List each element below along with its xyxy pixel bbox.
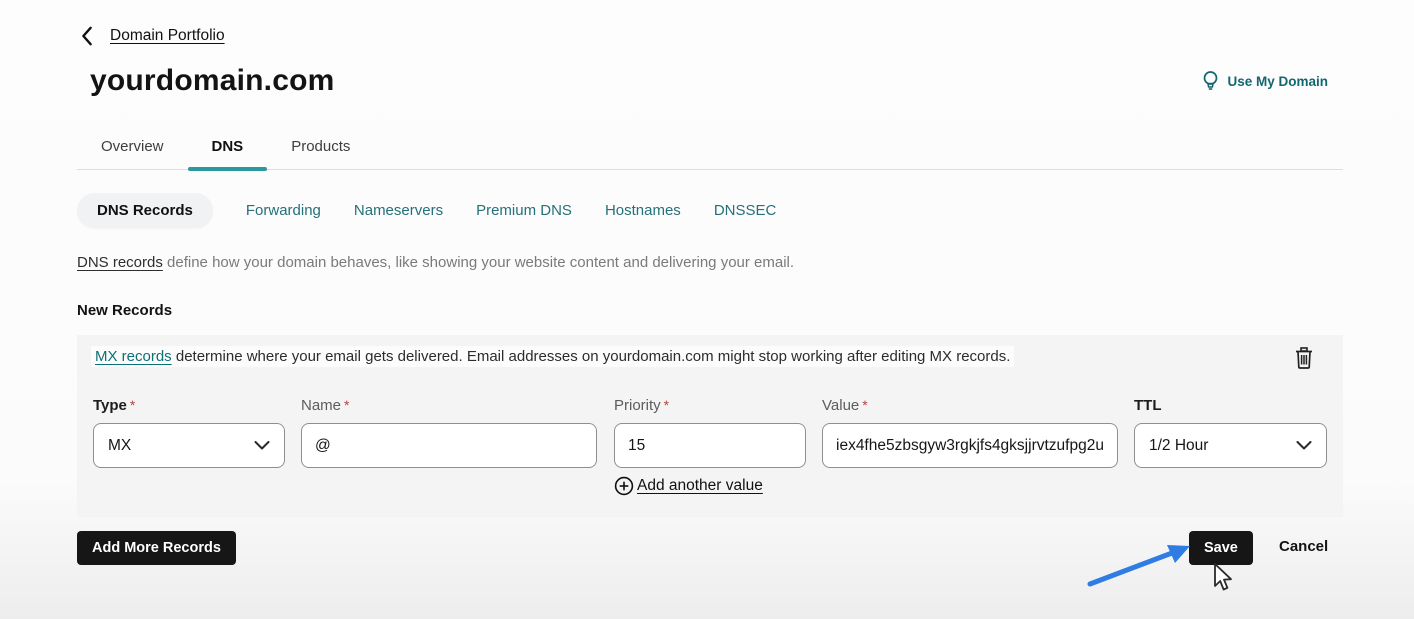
dns-intro-text: DNS records define how your domain behav… bbox=[77, 254, 794, 271]
dns-intro-rest: define how your domain behaves, like sho… bbox=[163, 254, 794, 271]
subtab-dns-records[interactable]: DNS Records bbox=[77, 193, 213, 228]
chevron-down-icon bbox=[1296, 441, 1312, 450]
cursor-pointer-icon bbox=[1209, 562, 1235, 596]
cancel-button[interactable]: Cancel bbox=[1279, 538, 1328, 555]
field-priority: Priority* bbox=[614, 397, 806, 468]
name-label: Name* bbox=[301, 397, 597, 414]
main-tabbar: Overview DNS Products bbox=[77, 128, 1343, 170]
dns-subtabs: DNS Records Forwarding Nameservers Premi… bbox=[77, 193, 776, 228]
domain-portfolio-link[interactable]: Domain Portfolio bbox=[110, 27, 225, 45]
field-ttl: TTL 1/2 Hour bbox=[1134, 397, 1327, 468]
tab-overview[interactable]: Overview bbox=[77, 128, 188, 169]
required-asterisk: * bbox=[344, 397, 349, 413]
add-another-value-label: Add another value bbox=[637, 477, 763, 495]
mx-notice-rest: determine where your email gets delivere… bbox=[172, 348, 1011, 365]
plus-circle-icon bbox=[614, 476, 634, 496]
trash-icon bbox=[1293, 346, 1315, 370]
type-label: Type* bbox=[93, 397, 285, 414]
mx-record-card: MX records determine where your email ge… bbox=[77, 335, 1343, 517]
subtab-nameservers[interactable]: Nameservers bbox=[354, 193, 443, 228]
chevron-down-icon bbox=[254, 441, 270, 450]
required-asterisk: * bbox=[664, 397, 669, 413]
new-records-heading: New Records bbox=[77, 302, 172, 319]
delete-record-button[interactable] bbox=[1291, 346, 1317, 372]
page-title: yourdomain.com bbox=[90, 64, 335, 98]
subtab-hostnames[interactable]: Hostnames bbox=[605, 193, 681, 228]
value-input[interactable] bbox=[822, 423, 1118, 468]
back-chevron-icon[interactable] bbox=[80, 26, 94, 46]
ttl-select[interactable]: 1/2 Hour bbox=[1134, 423, 1327, 468]
save-button[interactable]: Save bbox=[1189, 531, 1253, 565]
value-label: Value* bbox=[822, 397, 1118, 414]
field-name: Name* bbox=[301, 397, 597, 468]
priority-input[interactable] bbox=[614, 423, 806, 468]
ttl-label: TTL bbox=[1134, 397, 1327, 414]
ttl-select-value: 1/2 Hour bbox=[1149, 437, 1208, 455]
breadcrumb: Domain Portfolio bbox=[80, 26, 225, 46]
priority-label: Priority* bbox=[614, 397, 806, 414]
dns-records-link[interactable]: DNS records bbox=[77, 254, 163, 271]
name-input[interactable] bbox=[301, 423, 597, 468]
tab-products[interactable]: Products bbox=[267, 128, 374, 169]
add-more-records-button[interactable]: Add More Records bbox=[77, 531, 236, 565]
use-my-domain-label: Use My Domain bbox=[1227, 74, 1328, 89]
field-value: Value* bbox=[822, 397, 1118, 468]
mx-notice: MX records determine where your email ge… bbox=[91, 346, 1014, 367]
lightbulb-icon bbox=[1202, 70, 1219, 92]
required-asterisk: * bbox=[130, 397, 135, 413]
mx-records-link[interactable]: MX records bbox=[95, 348, 172, 365]
required-asterisk: * bbox=[862, 397, 867, 413]
type-select-value: MX bbox=[108, 437, 131, 455]
dns-management-page: Domain Portfolio yourdomain.com Use My D… bbox=[0, 0, 1414, 619]
subtab-premium-dns[interactable]: Premium DNS bbox=[476, 193, 572, 228]
add-another-value-button[interactable]: Add another value bbox=[614, 476, 763, 496]
field-type: Type* MX bbox=[93, 397, 285, 468]
type-select[interactable]: MX bbox=[93, 423, 285, 468]
annotation-arrow bbox=[1040, 532, 1210, 600]
tab-dns[interactable]: DNS bbox=[188, 128, 268, 169]
use-my-domain-button[interactable]: Use My Domain bbox=[1202, 70, 1328, 92]
subtab-forwarding[interactable]: Forwarding bbox=[246, 193, 321, 228]
subtab-dnssec[interactable]: DNSSEC bbox=[714, 193, 777, 228]
